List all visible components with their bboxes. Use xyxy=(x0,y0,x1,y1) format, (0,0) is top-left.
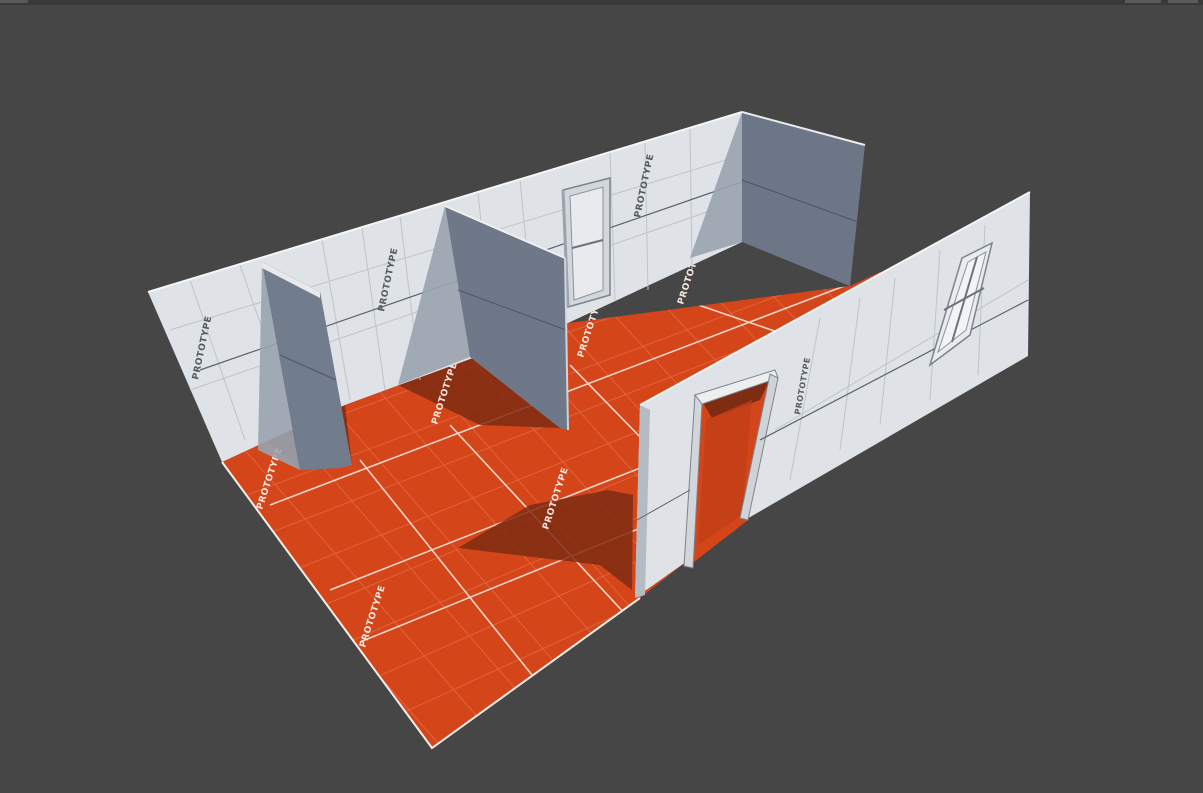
level-scene[interactable]: PROTOTYPE PROTOTYPE PROTOTYPE PROTOTYPE … xyxy=(0,0,1203,793)
back-door[interactable] xyxy=(561,177,611,308)
scene-viewport[interactable]: PROTOTYPE PROTOTYPE PROTOTYPE PROTOTYPE … xyxy=(0,0,1203,793)
right-side-wall-face[interactable] xyxy=(742,112,865,286)
right-side-wall[interactable] xyxy=(741,111,866,286)
